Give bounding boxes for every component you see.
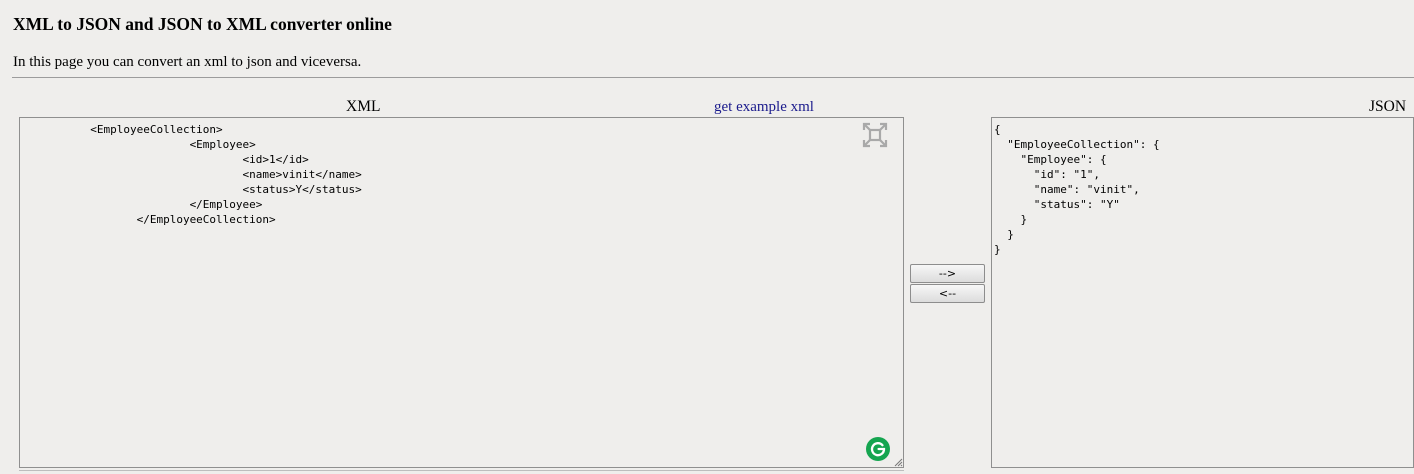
json-label: JSON <box>1369 98 1407 115</box>
grammarly-icon[interactable] <box>866 437 890 461</box>
xml-label: XML <box>346 98 381 115</box>
convert-to-xml-button[interactable]: <-- <box>910 284 985 303</box>
page-intro: In this page you can convert an xml to j… <box>13 54 362 70</box>
json-output[interactable]: { "EmployeeCollection": { "Employee": { … <box>991 117 1414 468</box>
resize-handle[interactable] <box>893 457 903 467</box>
converter-page: XML to JSON and JSON to XML converter on… <box>0 0 1414 474</box>
xml-input-bottom-border <box>19 470 904 471</box>
get-example-xml-link[interactable]: get example xml <box>714 99 814 116</box>
expand-icon[interactable] <box>862 122 888 148</box>
convert-to-json-button[interactable]: --> <box>910 264 985 283</box>
page-title: XML to JSON and JSON to XML converter on… <box>13 14 392 34</box>
header-divider <box>12 77 1414 78</box>
xml-input[interactable]: <EmployeeCollection> <Employee> <id>1</i… <box>19 117 904 468</box>
